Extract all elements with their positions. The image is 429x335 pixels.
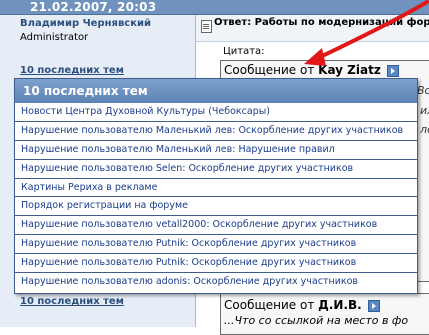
red-arrow bbox=[304, 0, 429, 66]
